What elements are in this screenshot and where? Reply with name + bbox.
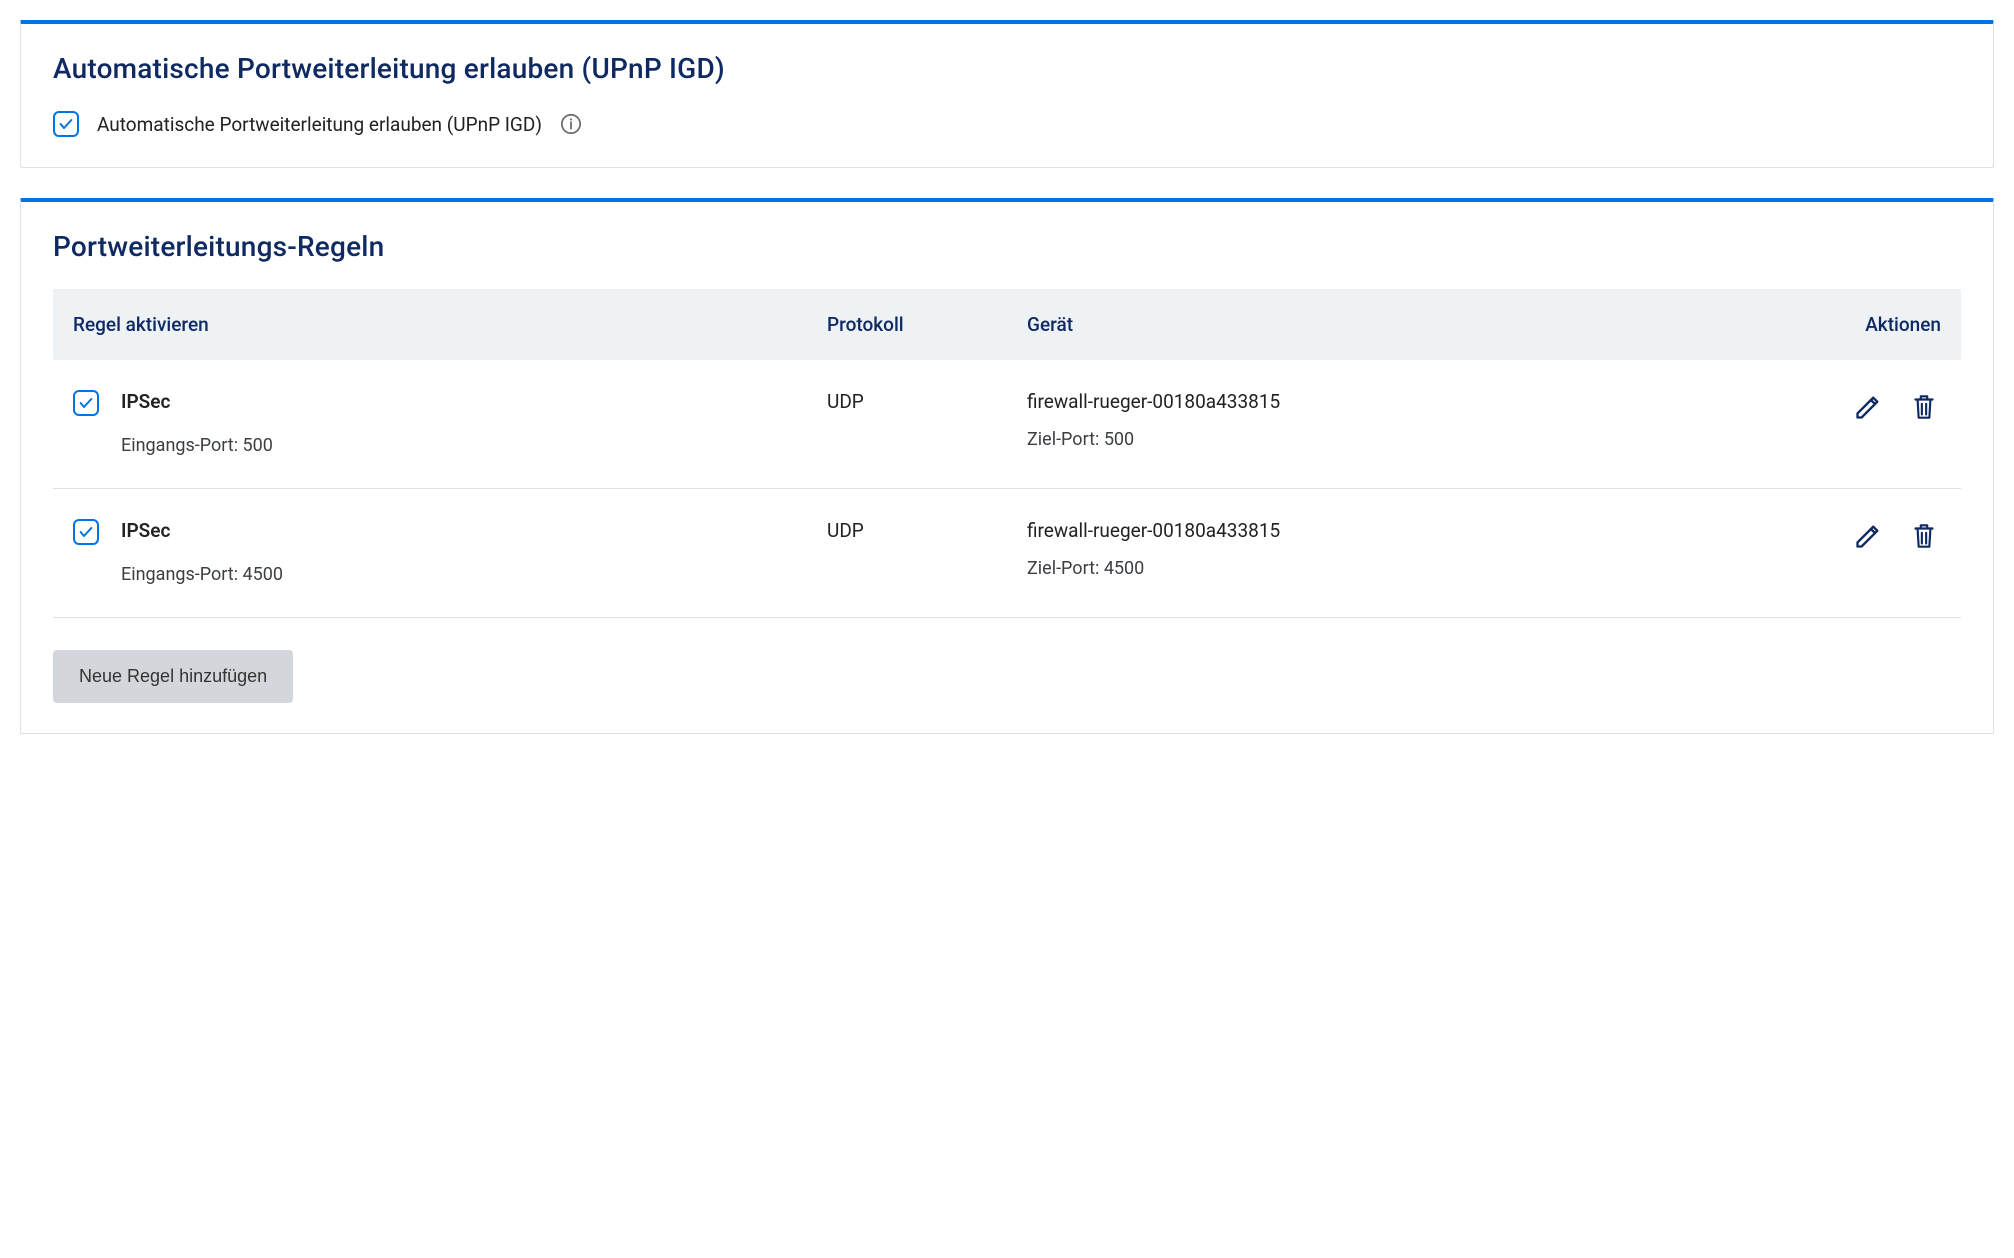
rule-device: firewall-rueger-00180a433815	[1027, 390, 1781, 413]
col-header-actions: Aktionen	[1781, 313, 1941, 336]
upnp-checkbox-label: Automatische Portweiterleitung erlauben …	[97, 113, 542, 136]
rule-incoming-port: Eingangs-Port: 500	[121, 435, 273, 456]
rule-protocol: UDP	[827, 390, 1027, 413]
col-header-protocol: Protokoll	[827, 313, 1027, 336]
upnp-checkbox-row: Automatische Portweiterleitung erlauben …	[53, 111, 1961, 137]
info-icon[interactable]	[558, 111, 584, 137]
rules-table: Regel aktivieren Protokoll Gerät Aktione…	[53, 289, 1961, 618]
table-row: IPSec Eingangs-Port: 500 UDP firewall-ru…	[53, 360, 1961, 489]
delete-button[interactable]	[1907, 390, 1941, 424]
rule-activate-checkbox[interactable]	[73, 519, 99, 545]
checkmark-icon	[78, 395, 94, 411]
upnp-card: Automatische Portweiterleitung erlauben …	[20, 20, 1994, 168]
pencil-icon	[1854, 393, 1882, 421]
rule-name: IPSec	[121, 519, 283, 542]
trash-icon	[1911, 392, 1937, 422]
col-header-activate: Regel aktivieren	[73, 313, 827, 336]
rule-name: IPSec	[121, 390, 273, 413]
upnp-checkbox[interactable]	[53, 111, 79, 137]
edit-button[interactable]	[1851, 519, 1885, 553]
col-header-device: Gerät	[1027, 313, 1781, 336]
rules-card: Portweiterleitungs-Regeln Regel aktivier…	[20, 198, 1994, 734]
trash-icon	[1911, 521, 1937, 551]
rules-table-header: Regel aktivieren Protokoll Gerät Aktione…	[53, 289, 1961, 360]
edit-button[interactable]	[1851, 390, 1885, 424]
table-row: IPSec Eingangs-Port: 4500 UDP firewall-r…	[53, 489, 1961, 618]
checkmark-icon	[78, 524, 94, 540]
delete-button[interactable]	[1907, 519, 1941, 553]
rule-dest-port: Ziel-Port: 4500	[1027, 558, 1781, 579]
rule-dest-port: Ziel-Port: 500	[1027, 429, 1781, 450]
rules-card-title: Portweiterleitungs-Regeln	[53, 230, 1961, 263]
rule-incoming-port: Eingangs-Port: 4500	[121, 564, 283, 585]
add-rule-button[interactable]: Neue Regel hinzufügen	[53, 650, 293, 703]
rule-activate-checkbox[interactable]	[73, 390, 99, 416]
pencil-icon	[1854, 522, 1882, 550]
checkmark-icon	[58, 116, 74, 132]
rule-device: firewall-rueger-00180a433815	[1027, 519, 1781, 542]
upnp-card-title: Automatische Portweiterleitung erlauben …	[53, 52, 1961, 85]
rule-protocol: UDP	[827, 519, 1027, 542]
info-circle-icon	[560, 113, 582, 135]
